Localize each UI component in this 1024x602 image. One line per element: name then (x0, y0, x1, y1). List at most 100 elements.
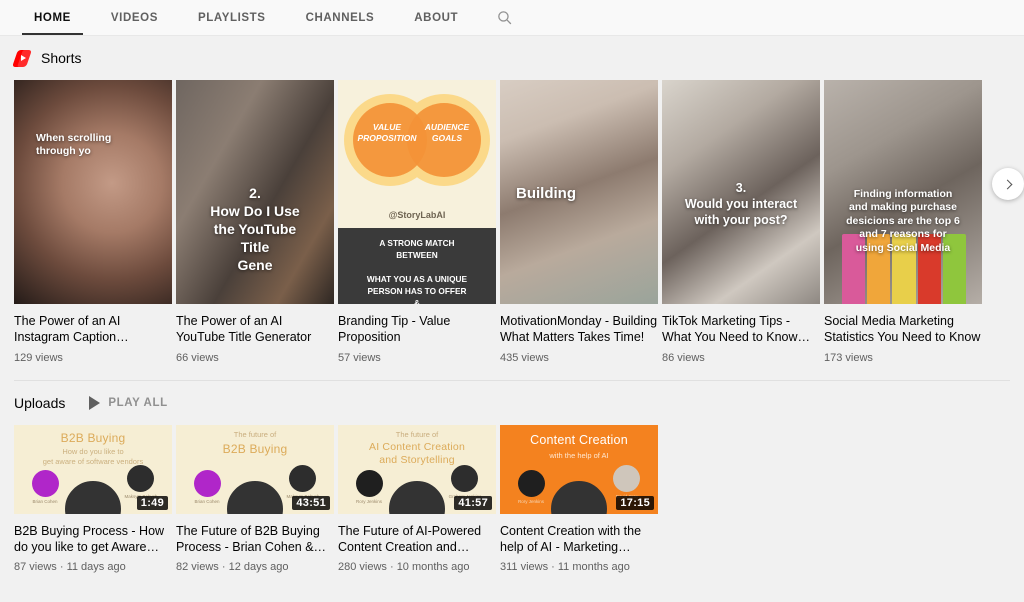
tab-about-label: ABOUT (414, 11, 459, 24)
video-title: Content Creation with the help of AI - M… (500, 524, 642, 554)
avatar (518, 470, 545, 497)
guest-name: Rory Jenkins (355, 499, 382, 504)
carousel-next-button[interactable] (992, 168, 1024, 200)
video-card[interactable]: Content Creation with the help of AI Ror… (500, 425, 658, 573)
avatar (194, 470, 221, 497)
shorts-section-title: Shorts (41, 50, 82, 66)
channel-nav-bar: HOME VIDEOS PLAYLISTS CHANNELS ABOUT (0, 0, 1024, 36)
short-overlay-text: 3. Would you interact with your post? (684, 181, 798, 227)
avatar (32, 470, 59, 497)
tab-channels[interactable]: CHANNELS (286, 0, 395, 35)
thumb-subheading: with the help of AI (549, 451, 609, 460)
short-card[interactable]: Building MotivationMonday - Building Wha… (500, 80, 658, 364)
thumb-heading: B2B Buying (222, 442, 288, 456)
play-all-button[interactable]: PLAY ALL (89, 396, 167, 410)
short-thumbnail[interactable]: VALUE PROPOSITION AUDIENCE GOALS @StoryL… (338, 80, 496, 304)
tab-playlists-label: PLAYLISTS (197, 11, 266, 24)
short-card[interactable]: When scrolling through yo The Power of a… (14, 80, 172, 364)
tab-about[interactable]: ABOUT (394, 0, 478, 35)
short-thumbnail[interactable]: 2. How Do I Use the YouTube Title Gene (176, 80, 334, 304)
video-meta: 87 views · 11 days ago (14, 561, 126, 573)
search-icon[interactable] (478, 0, 531, 35)
guest-name: Brian Cohen (194, 499, 220, 504)
uploads-section-header: Uploads PLAY ALL (14, 381, 1010, 425)
avatar (127, 465, 154, 492)
play-all-label: PLAY ALL (108, 397, 168, 409)
short-view-count: 86 views (662, 352, 705, 364)
uploads-section: Uploads PLAY ALL B2B Buying How do you l… (0, 381, 1024, 573)
short-view-count: 66 views (176, 352, 219, 364)
thumb-heading: B2B Buying (60, 431, 126, 445)
decorative-ring (62, 478, 124, 514)
short-title: Branding Tip - Value Proposition (338, 314, 451, 344)
short-thumbnail[interactable]: 3. Would you interact with your post? (662, 80, 820, 304)
youtube-shorts-icon (12, 49, 32, 67)
short-title: MotivationMonday - Building What Matters… (500, 314, 658, 344)
short-title: TikTok Marketing Tips - What You Need to… (662, 314, 798, 344)
video-title: The Future of B2B Buying Process - Brian… (176, 524, 327, 554)
short-thumbnail[interactable]: Finding information and making purchase … (824, 80, 982, 304)
guest-name: Rory Jenkins (517, 499, 544, 504)
video-thumbnail[interactable]: Content Creation with the help of AI Ror… (500, 425, 658, 514)
avatar (613, 465, 640, 492)
short-card[interactable]: Finding information and making purchase … (824, 80, 982, 364)
avatar (289, 465, 316, 492)
video-thumbnail[interactable]: The future of AI Content Creation and St… (338, 425, 496, 514)
short-view-count: 173 views (824, 352, 873, 364)
short-view-count: 57 views (338, 352, 381, 364)
thumb-eyebrow: The future of (395, 430, 439, 439)
tab-home-label: HOME (34, 11, 71, 24)
thumb-eyebrow: The future of (233, 430, 277, 439)
short-view-count: 129 views (14, 352, 63, 364)
tab-playlists[interactable]: PLAYLISTS (178, 0, 286, 35)
video-title: The Future of AI-Powered Content Creatio… (338, 524, 482, 554)
guest-name: Brian Cohen (32, 499, 58, 504)
chevron-right-icon (1002, 179, 1012, 189)
video-duration: 41:57 (454, 496, 492, 510)
shorts-section: Shorts When scrolling through yo The Pow… (0, 36, 1024, 364)
video-title: B2B Buying Process - How do you like to … (14, 524, 165, 554)
video-meta: 280 views · 10 months ago (338, 561, 470, 573)
video-card[interactable]: The future of B2B Buying Brian Cohen Mak… (176, 425, 334, 573)
tab-videos-label: VIDEOS (110, 11, 158, 24)
shorts-carousel: When scrolling through yo The Power of a… (14, 80, 1024, 364)
video-meta: 311 views · 11 months ago (500, 561, 630, 573)
video-thumbnail[interactable]: The future of B2B Buying Brian Cohen Mak… (176, 425, 334, 514)
decorative-ring (548, 478, 610, 514)
tab-videos[interactable]: VIDEOS (91, 0, 178, 35)
avatar (356, 470, 383, 497)
short-title: The Power of an AI Instagram Caption Gen… (14, 314, 121, 344)
short-overlay-text: Building (516, 185, 576, 202)
video-card[interactable]: The future of AI Content Creation and St… (338, 425, 496, 573)
short-view-count: 435 views (500, 352, 549, 364)
video-thumbnail[interactable]: B2B Buying How do you like to get aware … (14, 425, 172, 514)
thumb-heading: Content Creation (530, 433, 628, 447)
thumb-heading: AI Content Creation and Storytelling (368, 441, 466, 467)
short-overlay-text: 2. How Do I Use the YouTube Title Gene (210, 185, 300, 273)
decorative-ring (386, 478, 448, 514)
tab-channels-label: CHANNELS (305, 11, 375, 24)
video-meta: 82 views · 12 days ago (176, 561, 289, 573)
video-duration: 1:49 (136, 496, 168, 510)
short-thumbnail[interactable]: Building (500, 80, 658, 304)
shorts-section-header: Shorts (12, 36, 1010, 80)
short-title: Social Media Marketing Statistics You Ne… (824, 314, 981, 344)
short-card[interactable]: 2. How Do I Use the YouTube Title Gene T… (176, 80, 334, 364)
decorative-ring (224, 478, 286, 514)
venn-body-text: A STRONG MATCH BETWEEN WHAT YOU AS A UNI… (338, 228, 496, 304)
video-card[interactable]: B2B Buying How do you like to get aware … (14, 425, 172, 573)
short-overlay-text: Finding information and making purchase … (846, 188, 960, 254)
short-overlay-text: When scrolling through yo (36, 132, 112, 158)
short-title: The Power of an AI YouTube Title Generat… (176, 314, 312, 344)
venn-right-label: AUDIENCE GOALS (424, 122, 470, 143)
avatar (451, 465, 478, 492)
short-card[interactable]: 3. Would you interact with your post? Ti… (662, 80, 820, 364)
uploads-section-title: Uploads (14, 395, 66, 411)
tab-home[interactable]: HOME (14, 0, 91, 35)
video-duration: 43:51 (292, 496, 330, 510)
short-thumbnail[interactable]: When scrolling through yo (14, 80, 172, 304)
brand-handle: @StoryLabAI (388, 210, 446, 220)
venn-diagram: VALUE PROPOSITION AUDIENCE GOALS (338, 80, 496, 210)
play-triangle-icon (89, 396, 101, 410)
short-card[interactable]: VALUE PROPOSITION AUDIENCE GOALS @StoryL… (338, 80, 496, 364)
